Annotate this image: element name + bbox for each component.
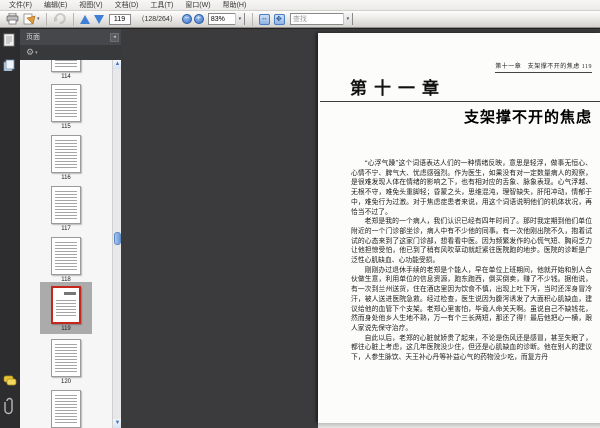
pages-panel-icon[interactable]: [3, 33, 17, 52]
thumbnail-scrollbar[interactable]: ▲ ▼: [112, 60, 122, 428]
menubar: 文件(F) 编辑(E) 视图(V) 文档(D) 工具(T) 窗口(W) 帮助(H…: [0, 0, 600, 11]
thumbnail-item: 115: [20, 84, 112, 130]
panel-collapse-button[interactable]: ◂: [110, 32, 119, 42]
zoom-out-button[interactable]: −: [181, 14, 192, 24]
menu-document[interactable]: 文档(D): [109, 0, 145, 11]
comments-panel-icon[interactable]: [3, 373, 17, 391]
rail-bottom-icons: [0, 369, 20, 426]
find-input[interactable]: [290, 14, 343, 24]
page-number-input[interactable]: [108, 13, 131, 25]
chapter-heading: 第十一章: [350, 79, 446, 98]
previous-page-icon: [79, 14, 90, 24]
thumbnail-item-selected: 119: [40, 282, 92, 334]
page-thumbnail-119[interactable]: [51, 286, 81, 324]
thumbnail-label: 120: [60, 379, 71, 385]
thumbnail-item: 116: [20, 135, 112, 181]
undo-icon: [53, 13, 66, 24]
email-button[interactable]: ▾: [21, 12, 42, 27]
document-page: 第十一章 支架撑不开的焦虑 119 第十一章 支架撑不开的焦虑 “心浮气躁”这个…: [318, 33, 600, 423]
panel-options-bar: ⚙ ▾: [20, 45, 122, 60]
body-text: “心浮气躁”这个词语表达人们的一种情绪反映，意思是轻浮，做事无恒心、心情不宁、脾…: [351, 159, 592, 363]
paragraph: 刚刚办过退休手续的老郑是个能人，早在单位上班期间，他就开始和别人合伙做生意，利用…: [351, 266, 592, 332]
thumbnail-item: 114: [20, 60, 112, 80]
zoom-level-combo: ▾: [207, 13, 245, 25]
chapter-title: 支架撑不开的焦虑: [463, 109, 592, 126]
next-page-icon: [93, 14, 104, 24]
menu-tools[interactable]: 工具(T): [144, 0, 179, 11]
scrollbar-thumb[interactable]: [114, 232, 121, 245]
toolbar-separator: [251, 12, 253, 26]
page-count-label: （128/264）: [137, 16, 177, 23]
thumbnail-item: 120: [20, 339, 112, 385]
menu-view[interactable]: 视图(V): [73, 0, 108, 11]
menu-edit[interactable]: 编辑(E): [38, 0, 73, 11]
thumbnail-item: 117: [20, 186, 112, 232]
page-thumbnail-116[interactable]: [51, 135, 81, 173]
content-area: 页面 ◂ ⚙ ▾ 114 115 116 117 118 119 120 ▲ ▼…: [0, 29, 600, 428]
thumbnail-list: 114 115 116 117 118 119 120: [20, 60, 112, 428]
printer-icon: [6, 13, 19, 25]
find-combo: ▾: [289, 13, 353, 25]
menu-help[interactable]: 帮助(H): [217, 0, 253, 11]
menu-file[interactable]: 文件(F): [3, 0, 38, 11]
next-page-button[interactable]: [92, 12, 106, 27]
print-button[interactable]: [4, 12, 21, 27]
thumbnail-item: [20, 390, 112, 428]
fit-width-button[interactable]: [258, 13, 270, 25]
panel-title: 页面: [26, 34, 40, 41]
page-thumbnail-120[interactable]: [51, 339, 81, 377]
paragraph: “心浮气躁”这个词语表达人们的一种情绪反映，意思是轻浮，做事无恒心、心情不宁、脾…: [351, 160, 592, 216]
options-caret[interactable]: ▾: [35, 50, 38, 56]
page-thumbnail-118[interactable]: [51, 237, 81, 275]
thumbnail-label: 116: [61, 175, 71, 181]
zoom-level-caret[interactable]: ▾: [234, 13, 244, 25]
pages-panel-header: 页面 ◂: [20, 29, 122, 45]
page-bottom-edge: [318, 423, 600, 428]
previous-page-button[interactable]: [78, 12, 92, 27]
menu-window[interactable]: 窗口(W): [179, 0, 216, 11]
running-head: 第十一章 支架撑不开的焦虑 119: [495, 61, 592, 73]
page-thumbnail-114[interactable]: [51, 60, 81, 72]
paragraph: 自此以后，老郑的心脏就娇贵了起来，不论是伤风还是感冒，甚至失眠了，都往心脏上考虑…: [351, 334, 592, 362]
options-gear-icon[interactable]: ⚙: [26, 47, 34, 58]
thumbnail-label: 119: [61, 326, 71, 332]
chapter-rule: [320, 101, 600, 102]
toolbar-separator: [72, 12, 74, 26]
thumbnail-label: 115: [61, 124, 71, 130]
find-options-caret[interactable]: ▾: [342, 13, 352, 25]
thumbnail-item: 118: [20, 237, 112, 283]
page-thumbnail-117[interactable]: [51, 186, 81, 224]
toolbar-separator: [45, 12, 47, 26]
document-view[interactable]: 第十一章 支架撑不开的焦虑 119 第十一章 支架撑不开的焦虑 “心浮气躁”这个…: [121, 29, 600, 428]
toolbar: ▾ （128/264） − + ▾ ▾: [0, 11, 600, 29]
thumbnail-label: 117: [61, 226, 71, 232]
paragraph: 老郑是我的一个病人，我们认识已经有四年时间了。那时我定期到他们单位附近的一个门诊…: [351, 218, 592, 265]
attachments-panel-icon[interactable]: [3, 397, 17, 420]
pdf-reader-window: 文件(F) 编辑(E) 视图(V) 文档(D) 工具(T) 窗口(W) 帮助(H…: [0, 0, 600, 428]
zoom-in-button[interactable]: +: [193, 14, 204, 24]
email-icon: [23, 13, 36, 25]
thumbnail-label: 114: [61, 74, 71, 80]
page-thumbnail-121[interactable]: [51, 390, 81, 428]
fit-page-button[interactable]: [273, 13, 285, 25]
layers-panel-icon[interactable]: [3, 58, 17, 76]
page-thumbnail-115[interactable]: [51, 84, 81, 122]
navigation-rail: [0, 29, 20, 428]
email-options-caret[interactable]: ▾: [37, 16, 40, 22]
undo-button: [51, 12, 69, 27]
zoom-level-input[interactable]: [208, 14, 235, 24]
